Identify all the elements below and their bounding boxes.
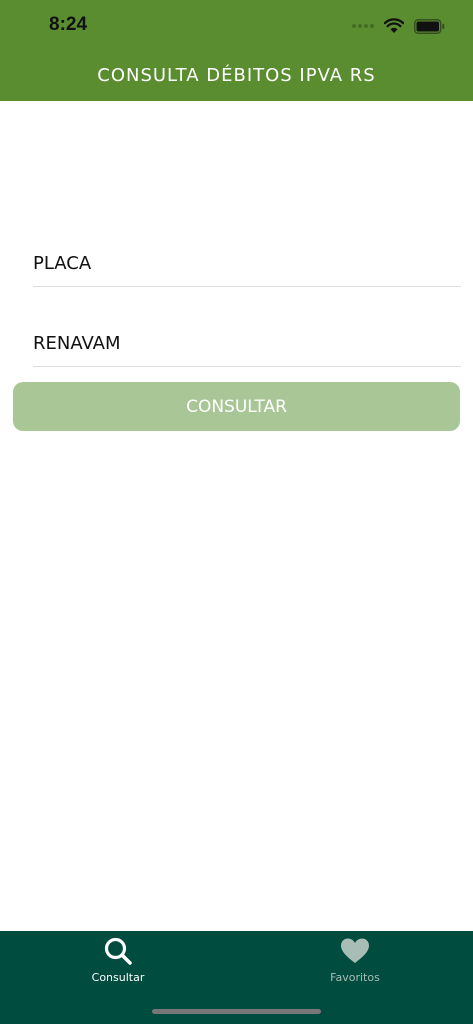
heart-icon <box>341 938 369 963</box>
plate-field[interactable] <box>33 242 461 287</box>
consult-button[interactable]: CONSULTAR <box>13 382 460 431</box>
tab-favoritos-label: Favoritos <box>330 971 380 984</box>
app-header: 8:24 CONSULTA DÉBITOS IPVA RS <box>0 0 473 101</box>
signal-icon <box>352 24 374 28</box>
renavam-field[interactable] <box>33 322 461 367</box>
battery-icon <box>414 18 445 34</box>
plate-input[interactable] <box>33 242 461 284</box>
page-title: CONSULTA DÉBITOS IPVA RS <box>97 65 376 86</box>
tab-favoritos[interactable]: Favoritos <box>237 931 473 1001</box>
status-time: 8:24 <box>49 14 88 35</box>
tab-consultar-label: Consultar <box>91 971 145 984</box>
wifi-icon <box>384 18 404 33</box>
tab-bar: Consultar Favoritos <box>0 931 473 1024</box>
tab-consultar[interactable]: Consultar <box>0 931 236 1001</box>
home-indicator <box>152 1009 321 1014</box>
search-icon <box>104 937 132 965</box>
renavam-input[interactable] <box>33 322 461 364</box>
status-icons <box>352 15 445 37</box>
